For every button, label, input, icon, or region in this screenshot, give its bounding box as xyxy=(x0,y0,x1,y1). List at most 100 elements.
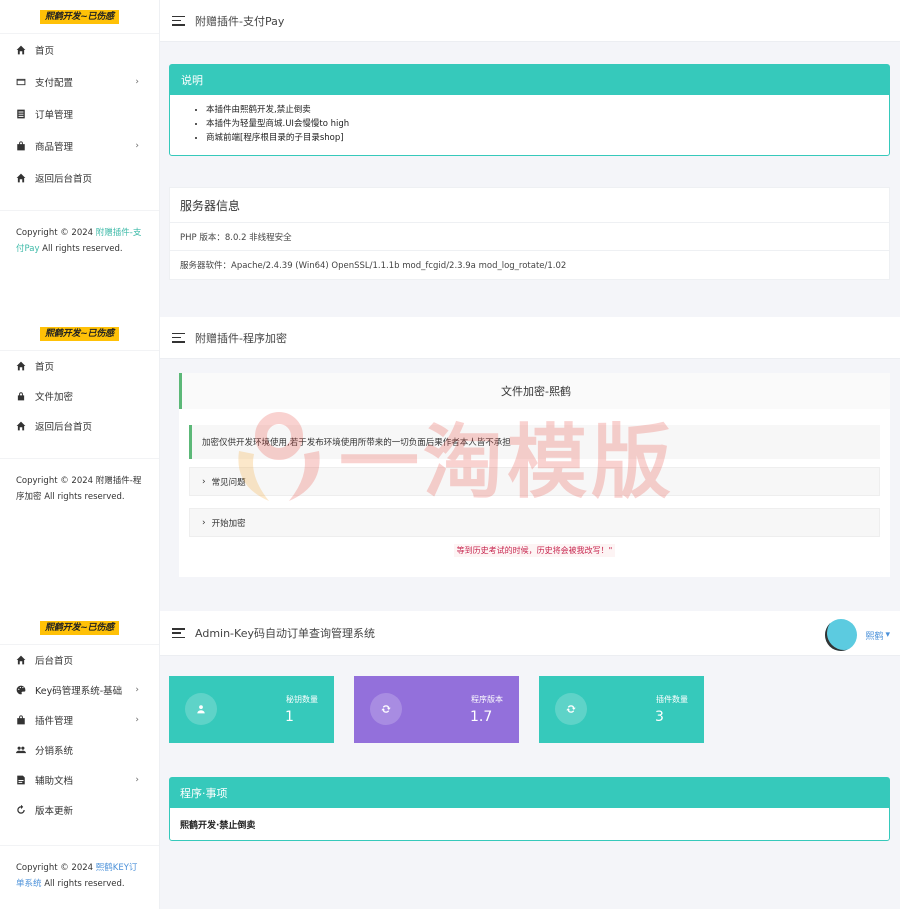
shopping-bag-icon xyxy=(15,714,27,726)
encrypt-disclaimer: 加密仅供开发环境使用,若于发布环境使用所带来的一切负面后果作者本人皆不承担 xyxy=(189,425,880,459)
menu-toggle-icon[interactable] xyxy=(172,628,185,638)
sidebar-item-file-encrypt[interactable]: 文件加密 xyxy=(0,381,159,411)
main-content: 附赠插件-程序加密 文件加密-熙鹤 加密仅供开发环境使用,若于发布环境使用所带来… xyxy=(160,317,900,611)
refresh-icon xyxy=(15,804,27,816)
start-encrypt-collapse[interactable]: › 开始加密 xyxy=(189,508,880,537)
chevron-right-icon: › xyxy=(135,685,139,695)
sidebar-item-distribution[interactable]: 分销系统 xyxy=(0,735,159,765)
copyright: Copyright © 2024 熙鹤KEY订单系统 All rights re… xyxy=(0,846,159,906)
sidebar: 熙鹤开发~已伤感 后台首页 Key码管理系统-基础 › 插件管理 › 分销系统 xyxy=(0,611,160,909)
sidebar-item-dashboard[interactable]: 后台首页 xyxy=(0,645,159,675)
notice-item: 商城前端[程序根目录的子目录shop] xyxy=(206,131,889,145)
topbar: 附赠插件-支付Pay xyxy=(160,0,900,42)
topbar: Admin-Key码自动订单查询管理系统 熙鹤 ▾ xyxy=(160,611,900,656)
lock-icon xyxy=(15,390,27,402)
sidebar-item-home[interactable]: 首页 xyxy=(0,351,159,381)
copyright-text: Copyright © 2024 xyxy=(16,228,96,238)
credit-card-icon xyxy=(15,76,27,88)
list-icon xyxy=(15,108,27,120)
sidebar-item-label: 首页 xyxy=(35,46,55,57)
stat-label: 秘钥数量 xyxy=(286,695,318,704)
sidebar: 熙鹤开发~已伤感 首页 支付配置 › 订单管理 商品管理 › 返回后台首页 Co… xyxy=(0,0,160,317)
program-notice-body: 熙鹤开发·禁止倒卖 xyxy=(180,820,256,831)
sidebar-item-back-home[interactable]: 返回后台首页 xyxy=(0,162,159,194)
chevron-right-icon: › xyxy=(135,775,139,785)
sidebar-item-label: 返回后台首页 xyxy=(35,422,93,433)
copyright: Copyright © 2024 附赠插件-程序加密 All rights re… xyxy=(16,476,142,502)
home-icon xyxy=(15,360,27,372)
caret-down-icon: ▾ xyxy=(885,630,890,640)
sync-icon xyxy=(370,693,402,725)
program-notice-card: 程序·事项 熙鹤开发·禁止倒卖 xyxy=(169,777,890,841)
php-version-row: PHP 版本：8.0.2 非线程安全 xyxy=(170,223,889,251)
sidebar-item-payment-config[interactable]: 支付配置 › xyxy=(0,66,159,98)
brand-logo[interactable]: 熙鹤开发~已伤感 xyxy=(40,620,119,635)
users-icon xyxy=(15,744,27,756)
stat-value: 1.7 xyxy=(470,709,493,725)
sidebar-item-label: 返回后台首页 xyxy=(35,174,93,185)
sidebar-item-label: 支付配置 xyxy=(35,78,74,89)
file-encrypt-card: 文件加密-熙鹤 加密仅供开发环境使用,若于发布环境使用所带来的一切负面后果作者本… xyxy=(179,373,890,577)
copyright-suffix: All rights reserved. xyxy=(41,879,125,889)
copyright: Copyright © 2024 附赠插件-支付Pay All rights r… xyxy=(0,211,159,271)
sidebar-item-docs[interactable]: 辅助文档 › xyxy=(0,765,159,795)
home-icon xyxy=(15,172,27,184)
sidebar-item-products[interactable]: 商品管理 › xyxy=(0,130,159,162)
home-icon xyxy=(15,44,27,56)
shopping-bag-icon xyxy=(15,140,27,152)
panel-encryption-plugin: 熙鹤开发~已伤感 首页 文件加密 返回后台首页 Copyright © 2024… xyxy=(0,317,900,611)
brand-wrap: 熙鹤开发~已伤感 xyxy=(0,611,159,645)
notice-item: 本插件为轻量型商城.UI会慢慢to high xyxy=(206,117,889,131)
menu-toggle-icon[interactable] xyxy=(172,332,185,343)
user-menu[interactable]: 熙鹤 ▾ xyxy=(825,619,890,651)
topbar: 附赠插件-程序加密 xyxy=(160,317,900,359)
sidebar-nav: 首页 支付配置 › 订单管理 商品管理 › 返回后台首页 xyxy=(0,34,159,194)
menu-toggle-icon[interactable] xyxy=(172,15,185,26)
notice-list: 本插件由熙鹤开发,禁止倒卖 本插件为轻量型商城.UI会慢慢to high 商城前… xyxy=(170,95,889,155)
panel-pay-plugin: 熙鹤开发~已伤感 首页 支付配置 › 订单管理 商品管理 › 返回后台首页 Co… xyxy=(0,0,900,317)
panel-key-admin: 熙鹤开发~已伤感 后台首页 Key码管理系统-基础 › 插件管理 › 分销系统 xyxy=(0,611,900,909)
sidebar-item-label: 订单管理 xyxy=(35,110,74,121)
document-icon xyxy=(15,774,27,786)
faq-collapse[interactable]: › 常见问题 xyxy=(189,467,880,496)
notice-card-title: 说明 xyxy=(170,65,889,95)
stat-card-plugins: 插件数量 3 xyxy=(539,676,704,743)
user-icon xyxy=(185,693,217,725)
main-content: Admin-Key码自动订单查询管理系统 熙鹤 ▾ 秘钥数量 1 程序版本 1.… xyxy=(160,611,900,909)
collapse-label: 常见问题 xyxy=(211,477,246,488)
sidebar-item-orders[interactable]: 订单管理 xyxy=(0,98,159,130)
sidebar-nav: 后台首页 Key码管理系统-基础 › 插件管理 › 分销系统 辅助文档 › 版本… xyxy=(0,645,159,825)
page-title: Admin-Key码自动订单查询管理系统 xyxy=(195,627,375,640)
stat-card-keys: 秘钥数量 1 xyxy=(169,676,334,743)
copyright-suffix: All rights reserved. xyxy=(39,244,123,254)
palette-icon xyxy=(15,684,27,696)
sidebar-item-home[interactable]: 首页 xyxy=(0,34,159,66)
brand-logo[interactable]: 熙鹤开发~已伤感 xyxy=(40,9,119,24)
sidebar-item-key-management[interactable]: Key码管理系统-基础 › xyxy=(0,675,159,705)
sync-icon xyxy=(555,693,587,725)
sidebar-item-label: 分销系统 xyxy=(35,746,74,757)
chevron-right-icon: › xyxy=(135,141,139,151)
sidebar-item-plugins[interactable]: 插件管理 › xyxy=(0,705,159,735)
server-software-row: 服务器软件：Apache/2.4.39 (Win64) OpenSSL/1.1.… xyxy=(180,261,567,271)
avatar[interactable] xyxy=(825,619,858,651)
chevron-right-icon: › xyxy=(135,77,139,87)
stat-label: 插件数量 xyxy=(656,695,688,704)
notice-item: 本插件由熙鹤开发,禁止倒卖 xyxy=(206,103,889,117)
page-title: 附赠插件-支付Pay xyxy=(195,14,285,28)
username: 熙鹤 xyxy=(865,631,884,642)
sidebar: 熙鹤开发~已伤感 首页 文件加密 返回后台首页 Copyright © 2024… xyxy=(0,317,160,611)
stat-value: 3 xyxy=(655,709,664,725)
brand-wrap: 熙鹤开发~已伤感 xyxy=(0,317,159,351)
collapse-label: 开始加密 xyxy=(211,518,246,529)
sidebar-item-label: 首页 xyxy=(35,362,55,373)
stats-row: 秘钥数量 1 程序版本 1.7 插件数量 3 xyxy=(169,676,900,743)
stat-label: 程序版本 xyxy=(471,695,503,704)
page-title: 附赠插件-程序加密 xyxy=(195,331,287,345)
sidebar-item-label: 插件管理 xyxy=(35,716,74,727)
program-notice-title: 程序·事项 xyxy=(170,778,889,808)
brand-logo[interactable]: 熙鹤开发~已伤感 xyxy=(40,326,119,341)
sidebar-item-updates[interactable]: 版本更新 xyxy=(0,795,159,825)
sidebar-item-back-home[interactable]: 返回后台首页 xyxy=(0,411,159,441)
chevron-right-icon: › xyxy=(202,517,206,528)
